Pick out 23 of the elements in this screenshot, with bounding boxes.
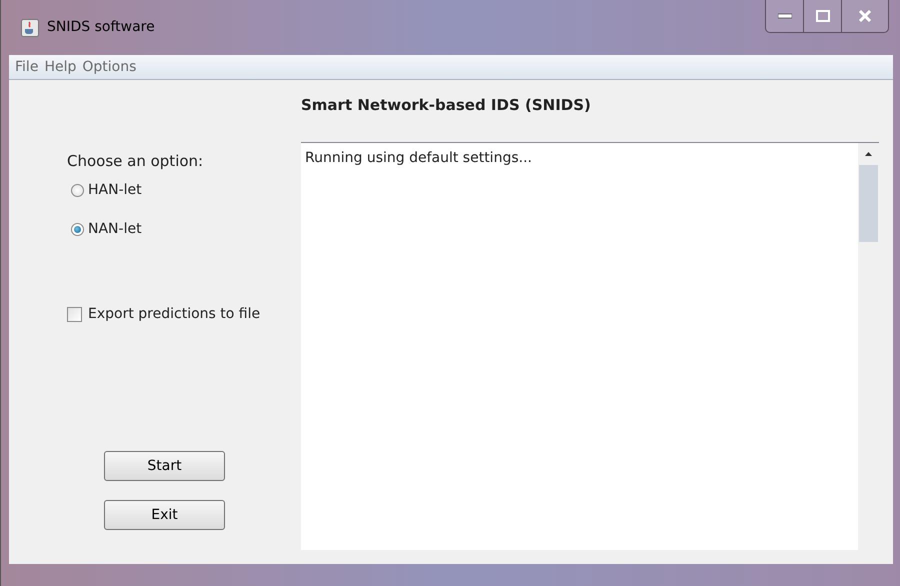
action-button[interactable]: Exit	[104, 500, 225, 530]
window-title: SNIDS software	[47, 18, 155, 37]
scroll-thumb[interactable]	[859, 165, 878, 242]
maximize-icon	[816, 10, 830, 22]
log-area[interactable]: Running using default settings...	[301, 142, 879, 550]
menu-item[interactable]: File	[12, 56, 42, 78]
radio-label[interactable]: NAN-let	[88, 219, 142, 240]
radio-button[interactable]	[71, 184, 84, 197]
action-button[interactable]: Start	[104, 451, 225, 481]
options-label: Choose an option:	[67, 151, 204, 172]
radio-button[interactable]	[71, 223, 84, 236]
minimize-button[interactable]	[766, 0, 804, 32]
minimize-icon	[778, 13, 792, 19]
checkbox-label[interactable]: Export predictions to file	[88, 304, 260, 324]
log-text: Running using default settings...	[305, 150, 532, 166]
panel-heading: Smart Network-based IDS (SNIDS)	[301, 95, 592, 116]
close-icon	[858, 10, 872, 22]
menu-item[interactable]: Options	[79, 56, 140, 78]
menu-item[interactable]: Help	[41, 56, 80, 78]
radio-label[interactable]: HAN-let	[88, 180, 142, 201]
maximize-button[interactable]	[804, 0, 842, 32]
checkbox[interactable]	[67, 306, 82, 322]
java-cup-icon	[21, 18, 39, 36]
